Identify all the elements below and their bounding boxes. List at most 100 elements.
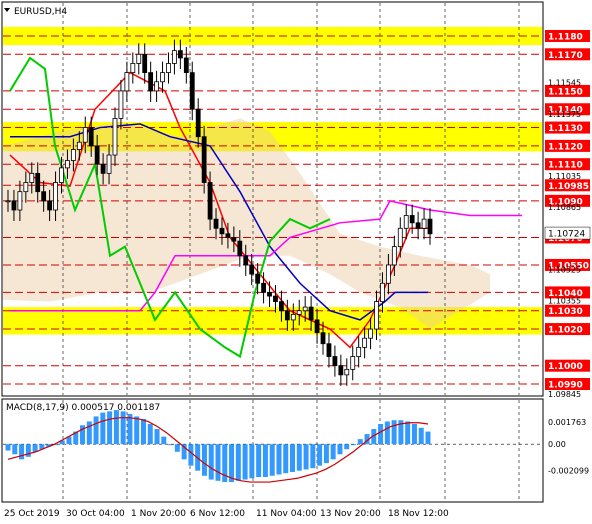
level-price-tag: 1.1150 xyxy=(548,87,583,97)
candle-body xyxy=(368,328,373,339)
candle-body xyxy=(380,282,385,302)
macd-hist-bar xyxy=(391,420,397,445)
price-axis-tick: 1.10865 xyxy=(548,203,581,212)
candle-body xyxy=(53,182,58,211)
time-axis-label: 11 Nov 04:00 xyxy=(256,509,317,519)
candle-body xyxy=(70,149,76,161)
chart-canvas[interactable]: 1.11801.11701.11501.11401.11301.11201.11… xyxy=(0,0,592,524)
candle-body xyxy=(136,53,142,64)
level-price-tag: 1.1170 xyxy=(548,51,583,61)
macd-hist-bar xyxy=(344,444,350,450)
macd-hist-bar xyxy=(350,444,356,446)
candle-body xyxy=(326,343,332,357)
level-price-tag: 1.1110 xyxy=(548,161,583,171)
candle-body xyxy=(41,191,47,202)
macd-hist-bar xyxy=(310,444,316,469)
macd-hist-bar xyxy=(161,436,167,445)
candle-body xyxy=(166,63,171,74)
time-axis-label: 1 Nov 20:00 xyxy=(131,509,186,519)
macd-axis-tick: -0.002099 xyxy=(548,467,589,476)
macd-hist-bar xyxy=(229,444,235,483)
macd-hist-bar xyxy=(418,427,424,445)
candle-body xyxy=(154,81,159,92)
level-price-tag: 1.1180 xyxy=(548,32,583,42)
candle-body xyxy=(59,167,64,183)
macd-hist-bar xyxy=(405,421,411,445)
candle-body xyxy=(261,282,266,293)
candle-body xyxy=(23,182,29,193)
candle-body xyxy=(17,191,23,211)
candle-body xyxy=(225,233,231,238)
macd-hist-bar xyxy=(5,444,11,451)
candle-body xyxy=(142,53,148,74)
macd-hist-bar xyxy=(188,444,194,466)
candle-body xyxy=(65,160,70,169)
candle-body xyxy=(112,118,118,156)
macd-hist-bar xyxy=(154,429,160,445)
candle-body xyxy=(356,346,362,357)
candle-body xyxy=(11,200,17,211)
macd-axis-tick: 0.00 xyxy=(548,440,566,449)
candle-body xyxy=(118,90,124,119)
candle-body xyxy=(5,200,11,203)
candle-body xyxy=(249,264,255,275)
time-axis-label: 30 Oct 04:00 xyxy=(66,509,125,519)
candle-body xyxy=(100,163,106,174)
candle-body xyxy=(94,145,100,165)
price-axis-tick: 1.11035 xyxy=(548,172,581,181)
time-axis-label: 18 Nov 12:00 xyxy=(388,509,449,519)
candle-body xyxy=(207,182,213,220)
candle-body xyxy=(314,319,320,334)
price-axis-tick: 1.10355 xyxy=(548,297,581,306)
macd-hist-bar xyxy=(384,421,390,445)
level-price-tag: 1.1130 xyxy=(548,124,583,134)
level-price-tag: 1.0990 xyxy=(548,381,583,391)
candle-body xyxy=(106,154,112,174)
candle-body xyxy=(397,227,403,248)
macd-hist-bar xyxy=(337,444,343,455)
macd-hist-bar xyxy=(19,444,25,460)
time-axis-label: 13 Nov 20:00 xyxy=(320,509,381,519)
macd-hist-bar xyxy=(174,444,180,452)
macd-hist-bar xyxy=(330,444,336,460)
macd-hist-bar xyxy=(411,423,417,445)
macd-hist-bar xyxy=(303,444,309,470)
macd-hist-bar xyxy=(140,418,146,445)
macd-hist-bar xyxy=(100,412,106,445)
time-axis-label: 6 Nov 12:00 xyxy=(190,509,245,519)
level-price-tag: 1.1000 xyxy=(548,362,583,372)
candle-body xyxy=(385,264,391,284)
macd-hist-bar xyxy=(256,444,262,478)
candle-body xyxy=(130,63,136,74)
macd-hist-bar xyxy=(235,444,241,481)
macd-hist-bar xyxy=(276,444,282,475)
current-price-tag: 1.10724 xyxy=(548,230,585,240)
candle-body xyxy=(35,172,41,193)
time-axis-label: 25 Oct 2019 xyxy=(4,509,60,519)
candle-body xyxy=(213,218,219,229)
macd-hist-bar xyxy=(357,439,363,445)
macd-hist-bar xyxy=(290,444,296,472)
candle-body xyxy=(82,127,88,143)
candle-body xyxy=(284,310,290,321)
candle-body xyxy=(177,50,183,59)
candle-body xyxy=(201,136,207,183)
macd-hist-bar xyxy=(120,411,126,445)
candle-body xyxy=(332,356,338,367)
macd-hist-bar xyxy=(283,444,289,474)
macd-hist-bar xyxy=(134,416,140,445)
candle-body xyxy=(279,301,284,312)
candle-body xyxy=(374,301,379,330)
candle-body xyxy=(362,337,368,348)
candle-body xyxy=(160,72,165,83)
candle-body xyxy=(320,332,326,345)
candle-body xyxy=(231,237,237,242)
level-price-tag: 1.1120 xyxy=(548,142,583,152)
price-axis: 1.11801.11701.11501.11401.11301.11201.11… xyxy=(544,29,591,476)
candle-body xyxy=(427,218,433,235)
macd-hist-bar xyxy=(86,421,92,445)
macd-hist-bar xyxy=(12,444,18,455)
level-price-tag: 1.1030 xyxy=(548,307,583,317)
macd-hist-bar xyxy=(168,444,174,446)
macd-hist-bar xyxy=(107,411,113,445)
